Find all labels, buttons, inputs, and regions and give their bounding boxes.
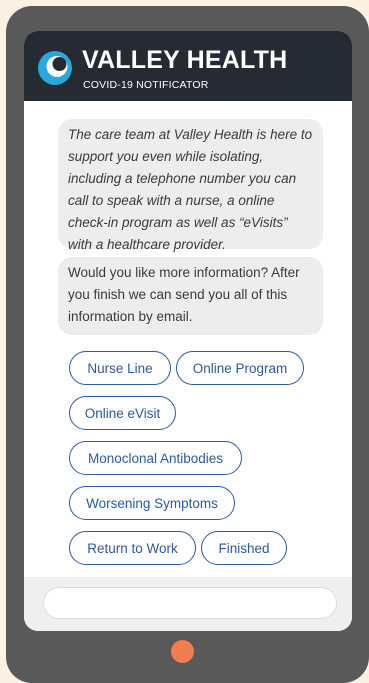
option-finished-button[interactable]: Finished	[201, 531, 287, 565]
option-worsening-symptoms-button[interactable]: Worsening Symptoms	[69, 486, 235, 520]
option-online-evisit-button[interactable]: Online eVisit	[69, 396, 176, 430]
home-button[interactable]	[171, 640, 194, 663]
option-nurse-line-button[interactable]: Nurse Line	[69, 351, 171, 385]
option-online-program-button[interactable]: Online Program	[176, 351, 304, 385]
app-header: VALLEY HEALTH COVID-19 NOTIFICATOR	[24, 31, 352, 101]
bot-message-more-info: Would you like more information? After y…	[58, 257, 323, 335]
app-subtitle: COVID-19 NOTIFICATOR	[83, 79, 209, 91]
composer-bar	[24, 577, 352, 631]
option-return-to-work-button[interactable]: Return to Work	[69, 531, 196, 565]
valley-health-logo-icon	[38, 51, 72, 85]
message-input[interactable]	[43, 587, 337, 619]
bot-message-care-team: The care team at Valley Health is here t…	[58, 119, 323, 252]
app-title: VALLEY HEALTH	[82, 46, 288, 74]
option-monoclonal-antibodies-button[interactable]: Monoclonal Antibodies	[69, 441, 242, 475]
phone-screen: VALLEY HEALTH COVID-19 NOTIFICATOR The c…	[24, 31, 352, 631]
phone-frame: VALLEY HEALTH COVID-19 NOTIFICATOR The c…	[6, 6, 369, 683]
